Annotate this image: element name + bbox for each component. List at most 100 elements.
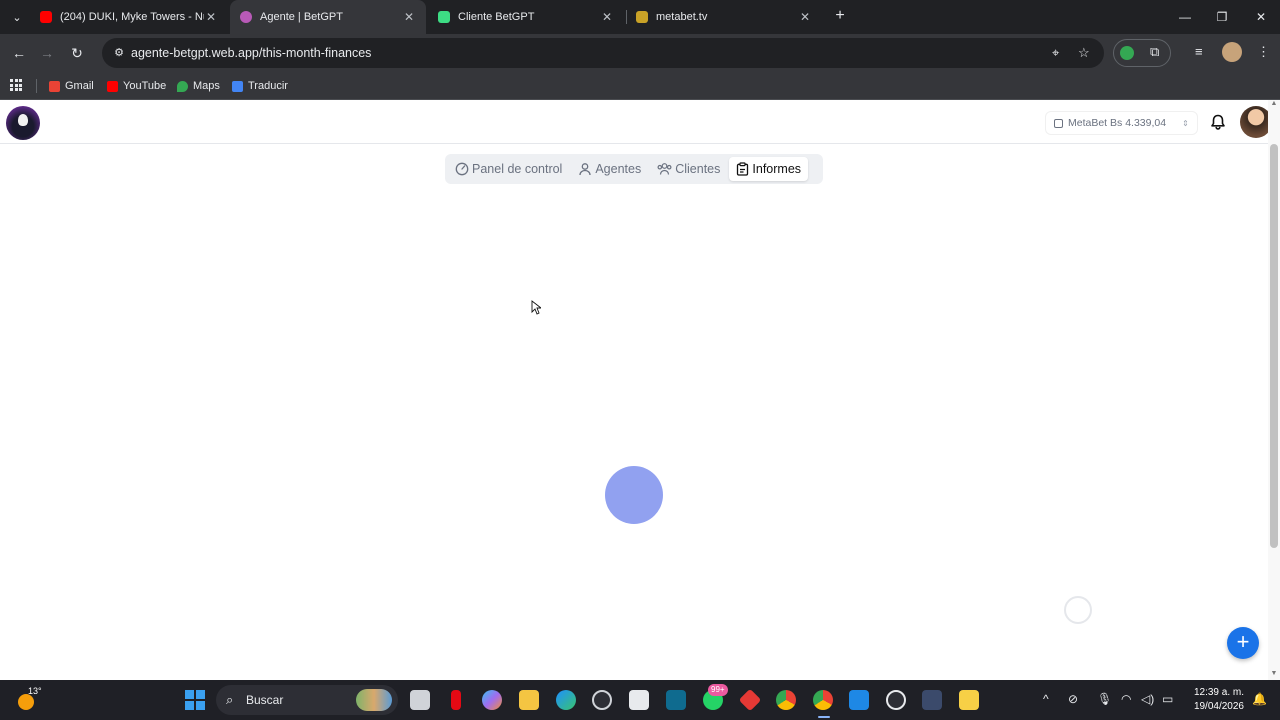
network-off-icon[interactable]: ⊘ — [1068, 692, 1078, 706]
chrome-profile-icon[interactable] — [813, 690, 833, 710]
wallet-selector[interactable]: MetaBet Bs 4.339,04 ⇕ — [1045, 111, 1198, 135]
bookmarks-bar: Gmail YouTube Maps Traducir — [0, 72, 1280, 100]
close-icon[interactable]: ✕ — [204, 10, 218, 24]
back-arrow-icon[interactable]: ← — [8, 42, 30, 64]
page-scrollbar[interactable]: ▲ ▼ — [1268, 100, 1280, 680]
profile-avatar[interactable] — [1222, 42, 1242, 62]
bookmark-gmail[interactable]: Gmail — [49, 77, 94, 95]
bookmark-label: Traducir — [248, 80, 288, 92]
bookmark-maps[interactable]: Maps — [177, 77, 220, 95]
wifi-icon[interactable]: ◠ — [1121, 692, 1131, 706]
close-icon[interactable]: ✕ — [798, 10, 812, 24]
betgpt-icon — [240, 11, 252, 23]
temperature: 13° — [28, 686, 42, 696]
restore-button[interactable]: ❐ — [1203, 0, 1241, 34]
clock-date: 19/04/2026 — [1193, 701, 1244, 712]
location-pin-icon[interactable]: ⌖ — [1052, 45, 1059, 61]
tab-informes[interactable]: Informes — [729, 157, 809, 181]
chevron-updown-icon: ⇕ — [1182, 118, 1189, 128]
tab-panel-de-control[interactable]: Panel de control — [448, 157, 569, 181]
bookmark-traducir[interactable]: Traducir — [232, 77, 288, 95]
bookmark-separator — [36, 79, 37, 93]
site-settings-icon[interactable]: ⚙ — [112, 46, 126, 60]
forward-arrow-icon[interactable]: → — [36, 42, 58, 64]
bookmark-label: YouTube — [123, 80, 167, 92]
mouse-cursor-icon — [531, 300, 541, 315]
tab-clientes[interactable]: Clientes — [650, 157, 727, 181]
extensions-puzzle-icon[interactable]: ⧉ — [1150, 44, 1159, 60]
tab-title: metabet.tv — [656, 11, 708, 23]
extensions-group: ⧉ — [1113, 39, 1171, 67]
sticky-notes-icon[interactable] — [959, 690, 979, 710]
url-text[interactable]: agente-betgpt.web.app/this-month-finance… — [131, 46, 371, 60]
tab-agentes[interactable]: Agentes — [571, 157, 648, 181]
reload-icon[interactable]: ↻ — [66, 42, 88, 64]
weather-widget[interactable]: 13° — [14, 686, 42, 712]
bookmark-star-icon[interactable]: ☆ — [1078, 45, 1090, 61]
tab-agente-betgpt[interactable]: Agente | BetGPT ✕ — [230, 0, 426, 34]
disney-plus-icon[interactable] — [666, 690, 686, 710]
file-explorer-icon[interactable] — [519, 690, 539, 710]
bookmark-label: Maps — [193, 80, 220, 92]
volume-icon[interactable]: ◁) — [1141, 692, 1154, 706]
tab-metabet[interactable]: metabet.tv ✕ — [626, 0, 822, 34]
browser-tab-strip: ⌄ (204) DUKI, Myke Towers - Nue ✕ Agente… — [0, 0, 1280, 34]
extension-green-icon[interactable] — [1120, 46, 1134, 60]
windows-taskbar: 13° ⌕ Buscar 99+ ^ ⊘ 🎙 ◠ ◁) ▭ 12:39 a. m… — [0, 680, 1280, 720]
reading-list-icon[interactable]: ≡ — [1195, 44, 1203, 59]
maps-icon — [177, 80, 188, 92]
wallet-balance: MetaBet Bs 4.339,04 — [1068, 117, 1167, 129]
tab-youtube[interactable]: (204) DUKI, Myke Towers - Nue ✕ — [30, 0, 228, 34]
close-icon[interactable]: ✕ — [600, 10, 614, 24]
browser-toolbar: ← → ↻ ⚙ agente-betgpt.web.app/this-month… — [0, 34, 1280, 72]
calculator-icon[interactable] — [922, 690, 942, 710]
photo-editor-icon[interactable] — [849, 690, 869, 710]
scrollbar-thumb[interactable] — [1270, 144, 1278, 548]
nav-label: Informes — [752, 162, 802, 176]
apps-grid-icon[interactable] — [10, 79, 22, 91]
user-icon — [579, 163, 591, 176]
netflix-icon[interactable] — [451, 690, 461, 710]
scroll-down-arrow-icon[interactable]: ▼ — [1270, 670, 1278, 678]
edge-icon[interactable] — [556, 690, 576, 710]
window-close-button[interactable]: ✕ — [1242, 0, 1280, 34]
chrome-icon[interactable] — [776, 690, 796, 710]
minimize-button[interactable]: — — [1166, 0, 1204, 34]
menu-kebab-icon[interactable]: ⋮ — [1257, 44, 1270, 60]
task-view-icon[interactable] — [410, 690, 430, 710]
app-header: MetaBet Bs 4.339,04 ⇕ — [0, 100, 1272, 144]
microsoft-store-icon[interactable] — [629, 690, 649, 710]
loading-spinner — [605, 466, 663, 524]
tab-search-chevron-icon[interactable]: ⌄ — [6, 6, 28, 28]
taskbar-clock[interactable]: 12:39 a. m. 19/04/2026 — [1186, 686, 1244, 714]
add-floating-button[interactable]: + — [1227, 627, 1259, 659]
new-tab-button[interactable]: + — [830, 6, 850, 26]
notification-bell-icon[interactable]: 🔔 — [1252, 692, 1267, 706]
taskbar-search[interactable]: ⌕ Buscar — [216, 685, 398, 715]
active-app-indicator — [818, 716, 830, 718]
tab-title: Agente | BetGPT — [260, 11, 343, 23]
clipboard-icon — [737, 162, 749, 176]
copilot-icon[interactable] — [482, 690, 502, 710]
gmail-icon — [49, 80, 60, 92]
bookmark-youtube[interactable]: YouTube — [107, 77, 166, 95]
app-logo[interactable] — [6, 106, 40, 140]
chatgpt-icon[interactable] — [592, 690, 612, 710]
bookmark-label: Gmail — [65, 80, 94, 92]
show-hidden-icons-chevron-icon[interactable]: ^ — [1043, 692, 1049, 706]
bell-icon[interactable] — [1210, 114, 1226, 131]
start-button[interactable] — [185, 690, 205, 710]
scroll-up-arrow-icon[interactable]: ▲ — [1270, 100, 1278, 108]
close-icon[interactable]: ✕ — [402, 10, 416, 24]
battery-icon[interactable]: ▭ — [1162, 692, 1173, 706]
address-bar[interactable]: ⚙ agente-betgpt.web.app/this-month-finan… — [102, 38, 1104, 68]
loading-ring — [1064, 596, 1092, 624]
weather-icon — [18, 694, 34, 710]
microphone-icon[interactable]: 🎙 — [1097, 692, 1112, 706]
media-player-icon[interactable] — [886, 690, 906, 710]
tab-title: Cliente BetGPT — [458, 11, 535, 23]
metabet-icon — [636, 11, 648, 23]
anydesk-icon[interactable] — [738, 688, 762, 712]
tab-cliente-betgpt[interactable]: Cliente BetGPT ✕ — [428, 0, 624, 34]
nav-label: Agentes — [595, 162, 642, 176]
